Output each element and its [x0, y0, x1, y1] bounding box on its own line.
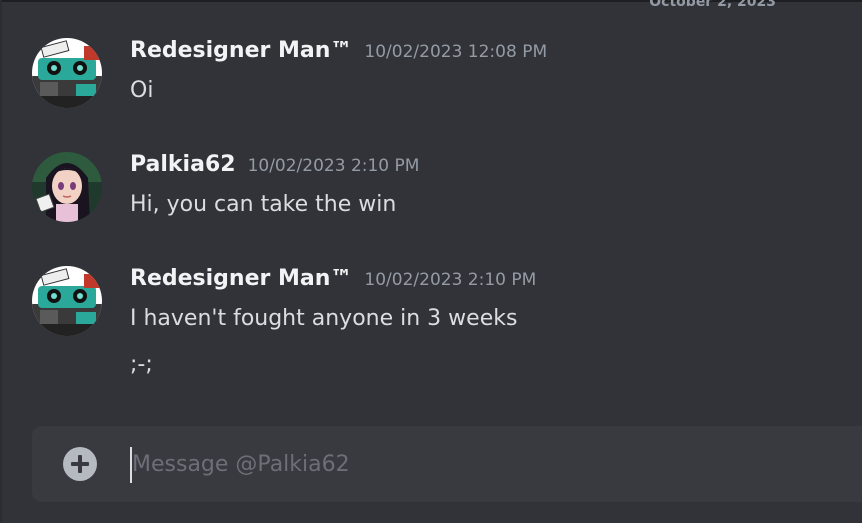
- message-text: I haven't fought anyone in 3 weeks: [130, 306, 518, 331]
- plus-icon: [71, 455, 89, 473]
- message-header: Redesigner Man™ 10/02/2023 12:08 PM: [130, 38, 547, 63]
- message-group: Redesigner Man™ 10/02/2023 12:08 PM Oi: [0, 38, 862, 128]
- username[interactable]: Redesigner Man™: [130, 38, 352, 63]
- message-input[interactable]: [132, 444, 732, 484]
- anime-girl-avatar-icon: [32, 152, 102, 222]
- message-composer: [32, 426, 862, 502]
- avatar[interactable]: [32, 38, 102, 108]
- robot-avatar-icon: [32, 266, 102, 336]
- robot-avatar-icon: [32, 38, 102, 108]
- message-text: Oi: [130, 78, 154, 103]
- message-group: Palkia62 10/02/2023 2:10 PM Hi, you can t…: [0, 152, 862, 242]
- dm-chat-window: October 2, 2023 Redesigner Man™ 10/02/202…: [0, 0, 862, 523]
- avatar[interactable]: [32, 266, 102, 336]
- timestamp[interactable]: 10/02/2023 2:10 PM: [248, 156, 420, 176]
- plus-circle-icon[interactable]: [63, 447, 97, 481]
- message-header: Redesigner Man™ 10/02/2023 2:10 PM: [130, 266, 536, 291]
- username[interactable]: Palkia62: [130, 152, 236, 177]
- message-text: Hi, you can take the win: [130, 192, 397, 217]
- timestamp[interactable]: 10/02/2023 12:08 PM: [364, 42, 547, 62]
- username[interactable]: Redesigner Man™: [130, 266, 352, 291]
- avatar[interactable]: [32, 152, 102, 222]
- message-text: ;-;: [130, 352, 153, 377]
- message-group: Redesigner Man™ 10/02/2023 2:10 PM I have…: [0, 266, 862, 396]
- message-header: Palkia62 10/02/2023 2:10 PM: [130, 152, 419, 177]
- date-divider: October 2, 2023: [649, 0, 776, 10]
- timestamp[interactable]: 10/02/2023 2:10 PM: [364, 270, 536, 290]
